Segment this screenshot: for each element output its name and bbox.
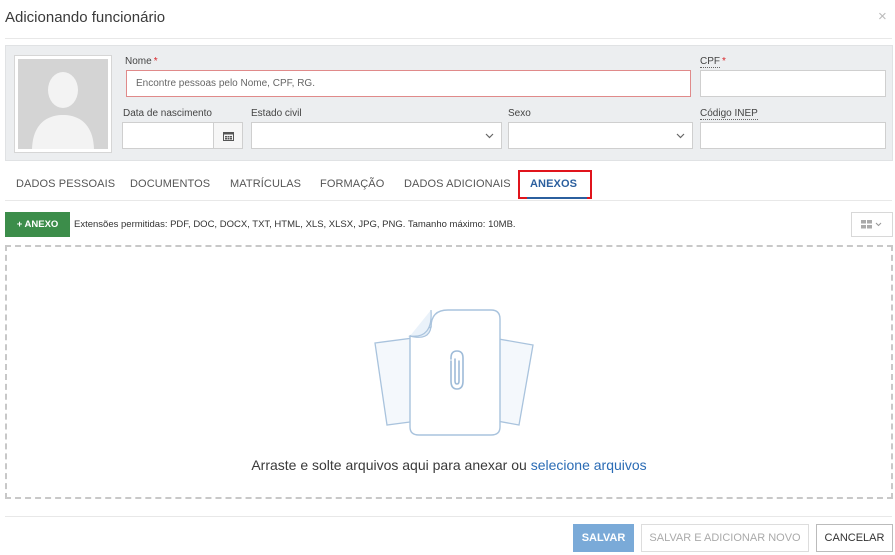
add-attachment-button[interactable]: + ANEXO [5,212,70,237]
estado-civil-label: Estado civil [251,108,302,119]
codigo-inep-label-text: Código INEP [700,108,758,120]
view-mode-button[interactable] [851,212,893,237]
nome-label-text: Nome [125,56,152,67]
header-divider [5,38,892,39]
footer-divider [5,516,892,517]
data-nascimento-input[interactable] [122,122,214,149]
save-button[interactable]: SALVAR [573,524,634,552]
nome-label: Nome * [125,56,158,67]
photo-frame[interactable] [14,55,112,153]
cpf-input[interactable] [700,70,886,97]
required-mark: * [722,56,726,67]
calendar-icon [223,132,234,141]
data-nascimento-label: Data de nascimento [123,108,212,119]
cancel-button[interactable]: CANCELAR [816,524,893,552]
drop-instructions: Arraste e solte arquivos aqui para anexa… [7,457,891,473]
codigo-inep-label: Código INEP [700,108,758,120]
tab-formacao[interactable]: FORMAÇÃO [320,178,384,190]
nome-search-input[interactable] [126,70,691,97]
drop-text: Arraste e solte arquivos aqui para anexa… [251,457,531,473]
active-tab-underline [527,197,587,199]
tab-documentos[interactable]: DOCUMENTOS [130,178,210,190]
cpf-label-text: CPF [700,56,720,68]
select-files-link[interactable]: selecione arquivos [531,457,647,473]
required-mark: * [153,56,158,67]
file-drop-zone[interactable]: Arraste e solte arquivos aqui para anexa… [5,245,893,499]
grid-view-icon [861,220,882,229]
tab-highlight-box [518,170,592,199]
chevron-down-icon [485,133,494,139]
save-and-new-button[interactable]: SALVAR E ADICIONAR NOVO [641,524,809,552]
sexo-label: Sexo [508,108,531,119]
allowed-extensions-hint: Extensões permitidas: PDF, DOC, DOCX, TX… [74,219,516,230]
person-panel: Nome* CPF* Data de nascimento Estado civ… [5,45,893,161]
file-attachment-icon [374,309,534,436]
codigo-inep-input[interactable] [700,122,886,149]
close-icon[interactable]: × [878,9,887,24]
avatar-placeholder-icon [18,59,108,149]
tabs-divider [5,200,892,201]
tab-matriculas[interactable]: MATRÍCULAS [230,178,301,190]
tab-dados-adicionais[interactable]: DADOS ADICIONAIS [404,178,511,190]
cpf-label: CPF * [700,56,726,68]
tab-dados-pessoais[interactable]: DADOS PESSOAIS [16,178,115,190]
calendar-button[interactable] [213,122,243,149]
chevron-down-icon [676,133,685,139]
estado-civil-select[interactable] [251,122,502,149]
dialog-title: Adicionando funcionário [5,9,166,26]
sexo-select[interactable] [508,122,693,149]
